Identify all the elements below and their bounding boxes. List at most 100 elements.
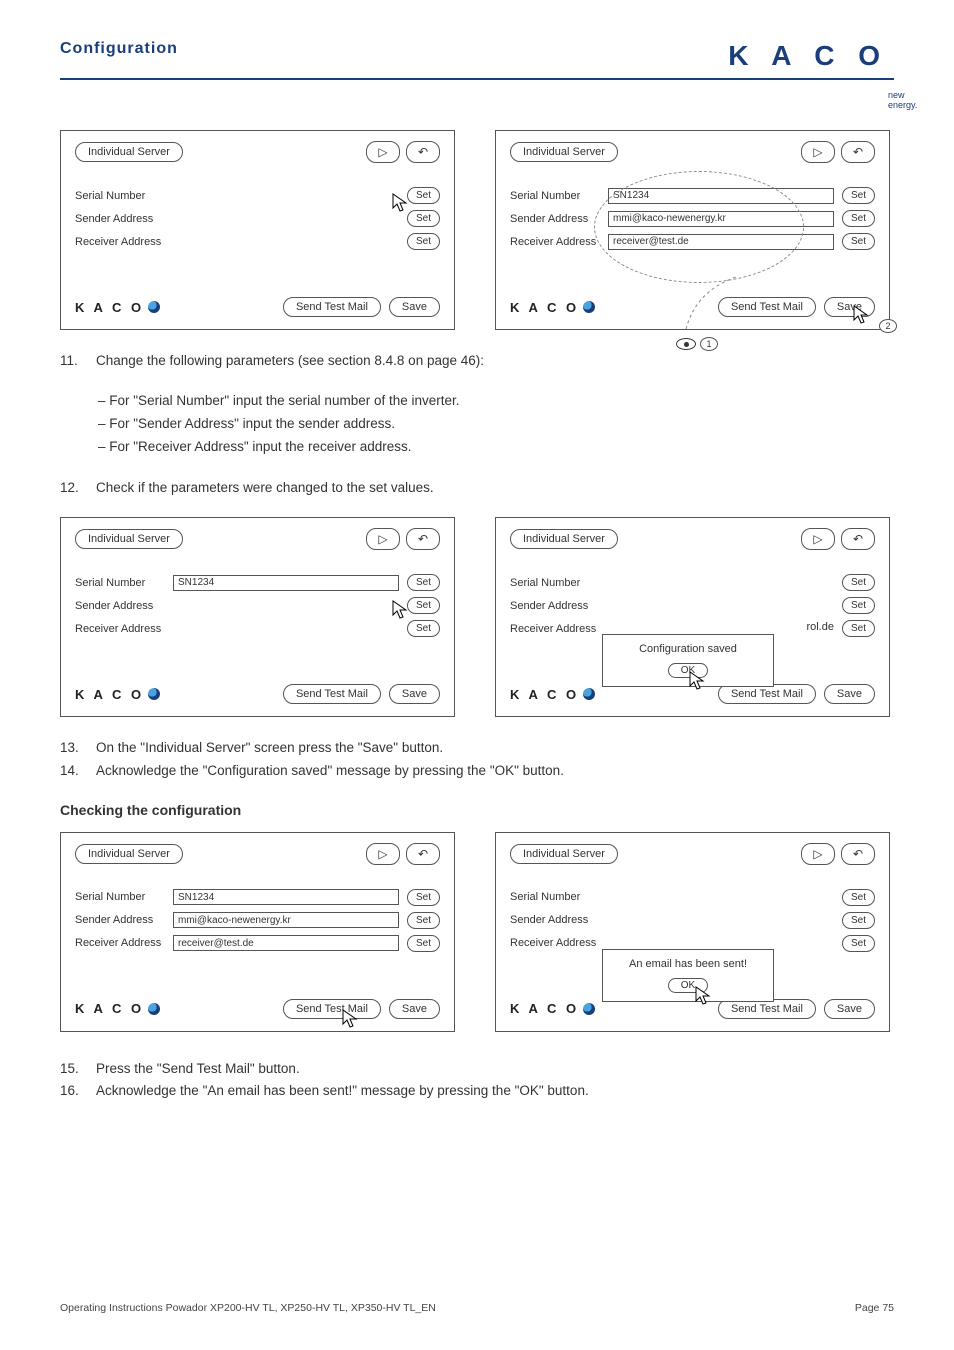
step-text: Acknowledge the "An email has been sent!… xyxy=(96,1080,589,1102)
panel-logo: K A C O xyxy=(75,300,160,315)
step-number: 16. xyxy=(60,1080,86,1102)
sender-input[interactable] xyxy=(173,211,399,227)
screenshot-panel: Individual Server ▷ ↶ Serial Number SN12… xyxy=(60,517,455,717)
sender-input[interactable] xyxy=(173,598,399,614)
config-saved-dialog: Configuration saved OK xyxy=(602,634,774,687)
serial-input[interactable] xyxy=(608,889,834,905)
nav-next-button[interactable]: ▷ xyxy=(801,141,835,163)
step-text: Change the following parameters (see sec… xyxy=(96,350,484,372)
sender-label: Sender Address xyxy=(510,600,608,612)
step-number: 13. xyxy=(60,737,86,759)
set-button[interactable]: Set xyxy=(407,574,440,591)
serial-label: Serial Number xyxy=(75,190,173,202)
set-button[interactable]: Set xyxy=(842,187,875,204)
receiver-label: Receiver Address xyxy=(75,623,173,635)
send-test-mail-button[interactable]: Send Test Mail xyxy=(283,684,381,704)
sender-label: Sender Address xyxy=(510,914,608,926)
screenshot-panel: Individual Server ▷ ↶ Serial Number Set … xyxy=(60,130,455,330)
step-text: Press the "Send Test Mail" button. xyxy=(96,1058,300,1080)
set-button[interactable]: Set xyxy=(407,597,440,614)
set-button[interactable]: Set xyxy=(407,233,440,250)
set-button[interactable]: Set xyxy=(842,935,875,952)
save-button[interactable]: Save xyxy=(824,684,875,704)
set-button[interactable]: Set xyxy=(842,574,875,591)
set-button[interactable]: Set xyxy=(407,935,440,952)
panel-logo: K A C O xyxy=(75,687,160,702)
nav-back-button[interactable]: ↶ xyxy=(406,528,440,550)
sender-input[interactable] xyxy=(608,912,834,928)
nav-back-button[interactable]: ↶ xyxy=(406,843,440,865)
sender-label: Sender Address xyxy=(75,600,173,612)
step-number: 12. xyxy=(60,477,86,499)
set-button[interactable]: Set xyxy=(407,889,440,906)
nav-next-button[interactable]: ▷ xyxy=(801,843,835,865)
serial-input[interactable] xyxy=(608,575,834,591)
set-button[interactable]: Set xyxy=(407,912,440,929)
set-button[interactable]: Set xyxy=(407,620,440,637)
sender-input[interactable]: mmi@kaco-newenergy.kr xyxy=(173,912,399,928)
send-test-mail-button[interactable]: Send Test Mail xyxy=(283,999,381,1019)
serial-input[interactable]: SN1234 xyxy=(173,575,399,591)
footer-left: Operating Instructions Powador XP200-HV … xyxy=(60,1302,436,1314)
send-test-mail-button[interactable]: Send Test Mail xyxy=(718,684,816,704)
send-test-mail-button[interactable]: Send Test Mail xyxy=(718,999,816,1019)
nav-back-button[interactable]: ↶ xyxy=(841,528,875,550)
screenshot-panel: Individual Server ▷ ↶ Serial Number Set … xyxy=(495,517,890,717)
subheading: Checking the configuration xyxy=(60,802,894,818)
step-sub: For "Receiver Address" input the receive… xyxy=(98,436,894,459)
screenshot-panel: Individual Server ▷ ↶ Serial Number SN12… xyxy=(495,130,890,330)
set-button[interactable]: Set xyxy=(407,187,440,204)
nav-next-button[interactable]: ▷ xyxy=(366,528,400,550)
save-button[interactable]: Save xyxy=(389,999,440,1019)
screenshot-panel: Individual Server ▷ ↶ Serial Number SN12… xyxy=(60,832,455,1032)
nav-next-button[interactable]: ▷ xyxy=(366,843,400,865)
nav-back-button[interactable]: ↶ xyxy=(841,141,875,163)
nav-back-button[interactable]: ↶ xyxy=(841,843,875,865)
receiver-input[interactable] xyxy=(173,621,399,637)
screen-title: Individual Server xyxy=(510,844,618,864)
serial-label: Serial Number xyxy=(510,577,608,589)
set-button[interactable]: Set xyxy=(842,233,875,250)
screenshot-panel: Individual Server ▷ ↶ Serial Number Set … xyxy=(495,832,890,1032)
eye-icon xyxy=(676,338,696,350)
step-text: Check if the parameters were changed to … xyxy=(96,477,434,499)
receiver-label: Receiver Address xyxy=(75,937,173,949)
cursor-icon xyxy=(392,600,408,620)
serial-input[interactable] xyxy=(173,188,399,204)
panel-logo: K A C O xyxy=(510,687,595,702)
receiver-input[interactable]: receiver@test.de xyxy=(173,935,399,951)
step-number: 11. xyxy=(60,350,86,372)
receiver-label: Receiver Address xyxy=(75,236,173,248)
set-button[interactable]: Set xyxy=(842,210,875,227)
serial-label: Serial Number xyxy=(75,577,173,589)
save-button[interactable]: Save xyxy=(389,297,440,317)
set-button[interactable]: Set xyxy=(407,210,440,227)
sender-input[interactable] xyxy=(608,598,834,614)
nav-next-button[interactable]: ▷ xyxy=(366,141,400,163)
set-button[interactable]: Set xyxy=(842,912,875,929)
sender-label: Sender Address xyxy=(75,914,173,926)
swirl-icon xyxy=(583,301,595,313)
screen-title: Individual Server xyxy=(75,529,183,549)
nav-back-button[interactable]: ↶ xyxy=(406,141,440,163)
set-button[interactable]: Set xyxy=(842,597,875,614)
swirl-icon xyxy=(583,1003,595,1015)
set-button[interactable]: Set xyxy=(842,889,875,906)
save-button[interactable]: Save xyxy=(389,684,440,704)
footer-page: Page 75 xyxy=(855,1302,894,1314)
receiver-input[interactable] xyxy=(173,234,399,250)
logo-text: K A C O xyxy=(728,40,888,72)
send-test-mail-button[interactable]: Send Test Mail xyxy=(283,297,381,317)
save-button[interactable]: Save xyxy=(824,999,875,1019)
leader-line xyxy=(676,271,746,331)
nav-next-button[interactable]: ▷ xyxy=(801,528,835,550)
serial-input[interactable]: SN1234 xyxy=(173,889,399,905)
swirl-icon xyxy=(148,688,160,700)
screen-title: Individual Server xyxy=(75,844,183,864)
receiver-label: Receiver Address xyxy=(510,623,608,635)
set-button[interactable]: Set xyxy=(842,620,875,637)
step-sub: For "Serial Number" input the serial num… xyxy=(98,390,894,413)
dialog-text: Configuration saved xyxy=(615,643,761,655)
swirl-icon xyxy=(583,688,595,700)
panel-logo: K A C O xyxy=(510,1001,595,1016)
